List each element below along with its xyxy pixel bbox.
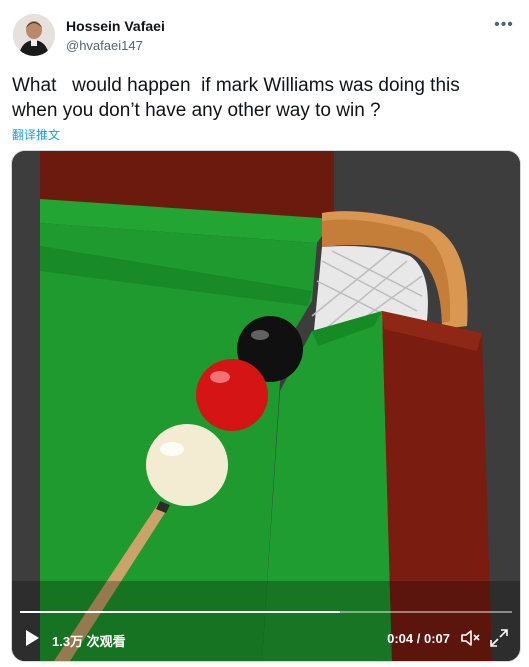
- video-controls: 1.3万 次观看 0:04 / 0:07: [12, 615, 520, 661]
- video-progress-fill: [20, 611, 340, 613]
- tweet-text: What would happen if mark Williams was d…: [12, 75, 460, 121]
- video-player[interactable]: 1.3万 次观看 0:04 / 0:07: [11, 150, 521, 662]
- muted-speaker-icon[interactable]: [460, 629, 480, 647]
- avatar[interactable]: [13, 14, 55, 56]
- video-frame: [12, 151, 520, 661]
- video-time: 0:04 / 0:07: [387, 631, 450, 646]
- author-name[interactable]: Hossein Vafaei: [66, 18, 165, 34]
- more-dots-icon[interactable]: •••: [493, 14, 515, 36]
- video-progress-bar[interactable]: [20, 611, 512, 613]
- play-icon[interactable]: [24, 629, 40, 647]
- author-handle[interactable]: @hvafaei147: [66, 38, 143, 53]
- avatar-image: [13, 14, 55, 56]
- fullscreen-icon[interactable]: [490, 629, 508, 647]
- translate-link[interactable]: 翻译推文: [12, 126, 60, 143]
- view-count: 1.3万 次观看: [52, 634, 126, 649]
